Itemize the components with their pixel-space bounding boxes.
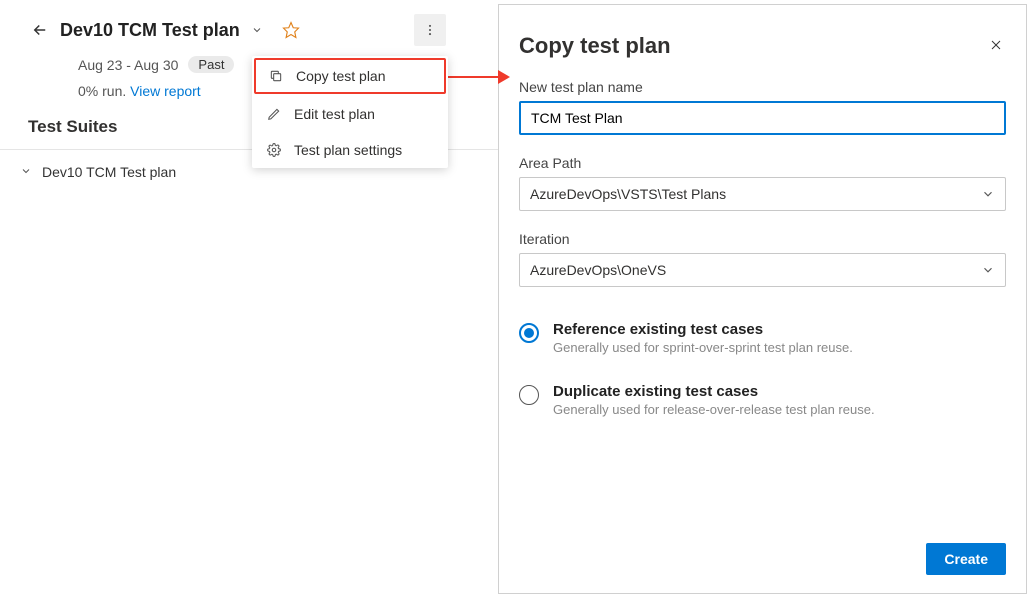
plan-title: Dev10 TCM Test plan (60, 20, 240, 41)
view-report-link[interactable]: View report (130, 83, 201, 99)
create-button[interactable]: Create (926, 543, 1006, 575)
close-icon[interactable] (988, 37, 1006, 55)
radio-duplicate-existing[interactable]: Duplicate existing test cases Generally … (519, 383, 1006, 417)
field-area-path: Area Path AzureDevOps\VSTS\Test Plans (519, 155, 1006, 211)
past-badge: Past (188, 56, 234, 73)
copy-mode-radio-group: Reference existing test cases Generally … (519, 321, 1006, 417)
radio-circle-icon (519, 385, 539, 405)
more-options-button[interactable] (414, 14, 446, 46)
radio-texts: Duplicate existing test cases Generally … (553, 383, 1006, 417)
copy-icon (268, 68, 284, 84)
menu-test-plan-settings[interactable]: Test plan settings (252, 132, 448, 168)
date-range: Aug 23 - Aug 30 (78, 57, 178, 73)
field-iteration: Iteration AzureDevOps\OneVS (519, 231, 1006, 287)
field-label-iteration: Iteration (519, 231, 1006, 247)
menu-copy-test-plan[interactable]: Copy test plan (254, 58, 446, 94)
panel-header: Copy test plan (519, 33, 1006, 59)
field-label-area: Area Path (519, 155, 1006, 171)
area-path-value: AzureDevOps\VSTS\Test Plans (530, 186, 726, 202)
panel-title: Copy test plan (519, 33, 671, 59)
context-menu: Copy test plan Edit test plan Test plan … (252, 56, 448, 168)
plan-header: Dev10 TCM Test plan (0, 10, 498, 50)
radio-texts: Reference existing test cases Generally … (553, 321, 1006, 355)
radio-subtext: Generally used for sprint-over-sprint te… (553, 340, 1006, 355)
radio-label: Reference existing test cases (553, 321, 1006, 338)
arrow-head-icon (498, 70, 510, 84)
copy-test-plan-panel: Copy test plan New test plan name Area P… (498, 4, 1027, 594)
favorite-star-icon[interactable] (282, 21, 300, 39)
suite-name: Dev10 TCM Test plan (42, 164, 176, 180)
back-arrow-icon[interactable] (30, 20, 50, 40)
chevron-down-icon (981, 187, 995, 201)
menu-item-label: Copy test plan (296, 68, 386, 84)
menu-edit-test-plan[interactable]: Edit test plan (252, 96, 448, 132)
iteration-value: AzureDevOps\OneVS (530, 262, 666, 278)
chevron-down-icon (981, 263, 995, 277)
area-path-dropdown[interactable]: AzureDevOps\VSTS\Test Plans (519, 177, 1006, 211)
radio-reference-existing[interactable]: Reference existing test cases Generally … (519, 321, 1006, 355)
gear-icon (266, 142, 282, 158)
radio-circle-icon (519, 323, 539, 343)
chevron-down-icon[interactable] (250, 23, 264, 37)
test-plan-name-input[interactable] (519, 101, 1006, 135)
field-test-plan-name: New test plan name (519, 79, 1006, 135)
iteration-dropdown[interactable]: AzureDevOps\OneVS (519, 253, 1006, 287)
pencil-icon (266, 106, 282, 122)
run-percent: 0% run. (78, 83, 130, 99)
menu-item-label: Test plan settings (294, 142, 402, 158)
chevron-down-icon[interactable] (20, 164, 36, 180)
menu-item-label: Edit test plan (294, 106, 375, 122)
radio-label: Duplicate existing test cases (553, 383, 1006, 400)
radio-subtext: Generally used for release-over-release … (553, 402, 1006, 417)
field-label-name: New test plan name (519, 79, 1006, 95)
